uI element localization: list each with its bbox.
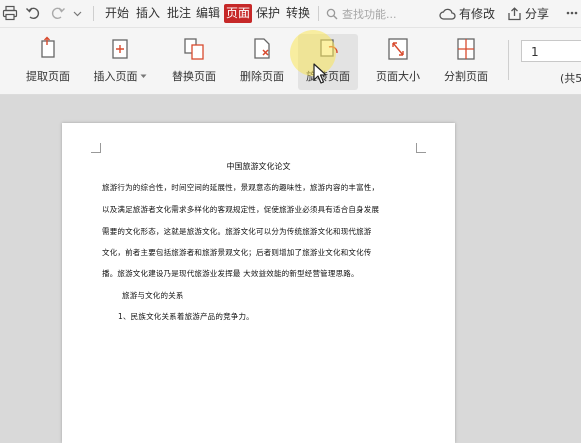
divider	[93, 6, 94, 21]
page-size-icon	[388, 38, 408, 60]
tab-start[interactable]: 开始	[103, 4, 131, 23]
redo-icon[interactable]	[49, 4, 67, 22]
split-pages-label: 分割页面	[444, 70, 488, 83]
section-heading: 旅游与文化的关系	[122, 291, 184, 300]
share-icon	[507, 6, 522, 21]
search-box[interactable]: 查找功能...	[326, 5, 397, 22]
document-title: 中国旅游文化论文	[226, 162, 291, 171]
search-placeholder: 查找功能...	[342, 7, 397, 21]
share-label: 分享	[525, 7, 550, 21]
divider	[508, 40, 509, 80]
page-size-button[interactable]: 页面大小	[372, 34, 424, 90]
cloud-icon	[439, 7, 456, 21]
has-changes-button[interactable]: 有修改	[439, 3, 495, 24]
crop-mark	[416, 143, 426, 153]
tab-convert[interactable]: 转换	[284, 4, 312, 23]
insert-pages-icon	[112, 39, 128, 59]
delete-pages-icon	[254, 38, 270, 59]
delete-pages-label: 删除页面	[240, 70, 284, 83]
has-changes-label: 有修改	[459, 7, 496, 21]
document-page[interactable]: 中国旅游文化论文 旅游行为的综合性，时间空间的延展性，景观意态的趣味性，旅游内容…	[62, 123, 455, 443]
insert-pages-label: 插入页面	[93, 70, 138, 83]
crop-mark	[91, 143, 101, 153]
tab-edit[interactable]: 编辑	[194, 4, 222, 23]
tab-annotate[interactable]: 批注	[165, 4, 193, 23]
page-total-label: (共5	[560, 72, 581, 85]
paragraph-line: 旅游行为的综合性，时间空间的延展性，景观意态的趣味性，旅游内容的丰富性，	[102, 183, 380, 192]
more-dropdown-icon[interactable]	[71, 4, 83, 22]
split-pages-icon	[457, 38, 475, 60]
replace-pages-label: 替换页面	[172, 70, 216, 83]
delete-pages-button[interactable]: 删除页面	[236, 34, 288, 90]
page-ribbon: 提取页面 插入页面 替换页面 删除页面 旋转页面 页面大小 分割页面	[0, 28, 581, 95]
tab-protect[interactable]: 保护	[254, 4, 282, 23]
extract-pages-label: 提取页面	[26, 70, 70, 83]
tab-page[interactable]: 页面	[224, 4, 253, 23]
more-icon[interactable]	[563, 4, 581, 22]
paragraph-line: 以及满足旅游者文化需求多样化的客观规定性，促使旅游业必须具有适合自身发展	[102, 205, 380, 214]
search-icon	[326, 8, 338, 20]
print-icon[interactable]	[1, 4, 19, 22]
divider	[318, 6, 319, 21]
extract-pages-button[interactable]: 提取页面	[22, 34, 74, 90]
chevron-down-icon	[140, 74, 146, 78]
split-pages-button[interactable]: 分割页面	[440, 34, 492, 90]
list-item: 1、民族文化关系着旅游产品的竞争力。	[118, 312, 254, 321]
share-button[interactable]: 分享	[507, 3, 549, 24]
page-number-input[interactable]: 1	[521, 40, 581, 62]
menu-bar: 开始 插入 批注 编辑 页面 保护 转换 查找功能... 有修改 分享	[0, 0, 581, 28]
paragraph-line: 文化，前者主要包括旅游者和旅游景观文化；后者则增加了旅游业文化和文化传	[102, 248, 372, 257]
paragraph-line: 播。旅游文化建设乃是现代旅游业发挥最 大效益效能的新型经营管理思路。	[102, 269, 359, 278]
mouse-cursor-icon	[313, 63, 327, 84]
extract-pages-icon	[41, 36, 55, 58]
undo-icon[interactable]	[24, 4, 42, 22]
tab-insert[interactable]: 插入	[134, 4, 162, 23]
replace-pages-button[interactable]: 替换页面	[168, 34, 220, 90]
page-size-label: 页面大小	[376, 70, 420, 83]
replace-pages-icon	[184, 38, 204, 60]
insert-pages-button[interactable]: 插入页面	[88, 34, 152, 90]
paragraph-line: 需要的文化形态，这就是旅游文化。旅游文化可以分为传统旅游文化和现代旅游	[102, 227, 372, 236]
